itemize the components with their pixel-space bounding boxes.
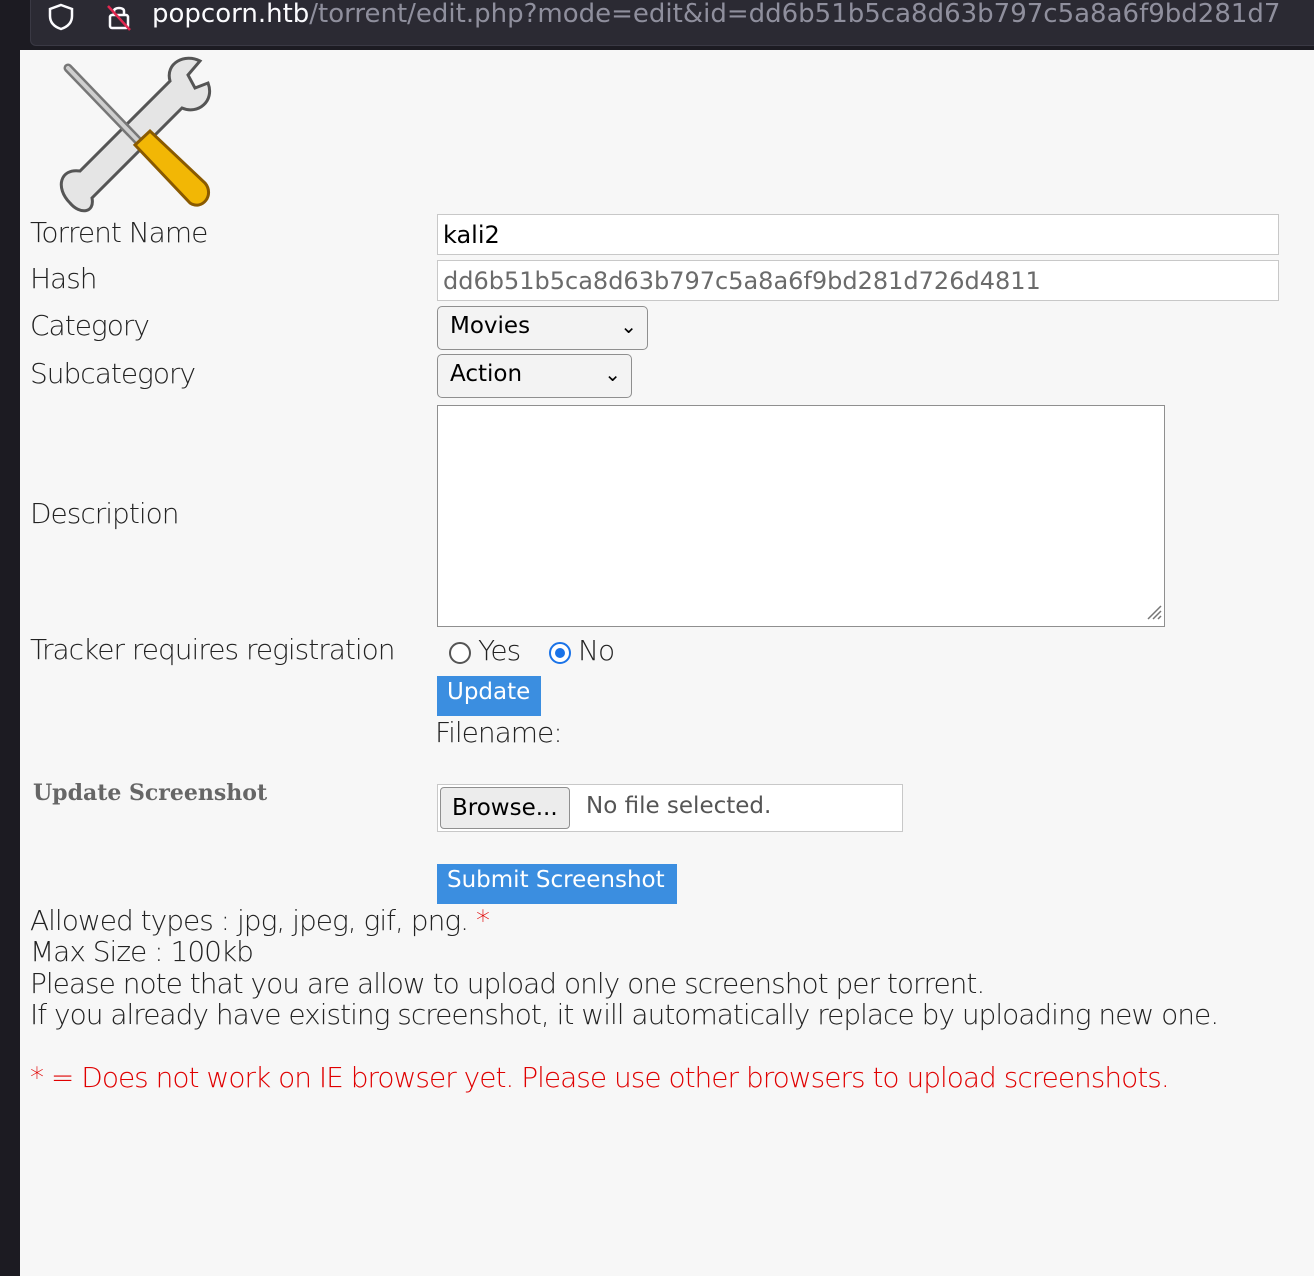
description-textarea[interactable] [437, 405, 1165, 627]
hash-input[interactable]: dd6b51b5ca8d63b797c5a8a6f9bd281d726d4811 [437, 260, 1279, 301]
torrent-name-label: Torrent Name [30, 216, 208, 249]
url-host: popcorn.htb [152, 0, 310, 29]
chevron-down-icon: ⌄ [604, 362, 621, 386]
subcategory-selected: Action [450, 361, 523, 387]
category-select[interactable]: Movies ⌄ [437, 306, 648, 350]
description-label: Description [30, 497, 179, 530]
browse-button[interactable]: Browse... [440, 787, 570, 829]
torrent-name-input[interactable]: kali2 [437, 214, 1279, 255]
allowed-types-value: Allowed types : jpg, jpeg, gif, png. [30, 904, 469, 937]
tools-icon [50, 53, 215, 217]
filename-label: Filename: [435, 716, 563, 749]
screenshot-file-input[interactable]: Browse... No file selected. [437, 784, 903, 832]
ie-warning-text: * = Does not work on IE browser yet. Ple… [30, 1061, 1170, 1094]
insecure-lock-icon[interactable] [104, 2, 134, 36]
submit-screenshot-button[interactable]: Submit Screenshot [437, 864, 677, 904]
url-text[interactable]: popcorn.htb/torrent/edit.php?mode=edit&i… [152, 0, 1280, 28]
update-button[interactable]: Update [437, 676, 541, 716]
page-content: Torrent Name kali2 Hash dd6b51b5ca8d63b7… [20, 50, 1314, 1276]
url-path: /torrent/edit.php?mode=edit&id=dd6b51b5c… [309, 0, 1281, 29]
no-file-text: No file selected. [586, 793, 772, 819]
chevron-down-icon: ⌄ [620, 314, 637, 338]
tracker-yes-radio[interactable] [449, 642, 471, 664]
required-asterisk: * [475, 904, 490, 937]
subcategory-label: Subcategory [30, 357, 196, 390]
warning-asterisk: * [30, 1061, 44, 1094]
update-screenshot-heading: Update Screenshot [33, 780, 268, 806]
note-one-text: Please note that you are allow to upload… [30, 967, 985, 1000]
allowed-types-text: Allowed types : jpg, jpeg, gif, png. * [30, 904, 490, 937]
shield-icon[interactable] [46, 2, 76, 36]
resize-grip-icon[interactable] [1144, 602, 1162, 624]
tracker-no-radio[interactable] [549, 642, 571, 664]
browser-toolbar: popcorn.htb/torrent/edit.php?mode=edit&i… [0, 0, 1314, 46]
note-two-text: If you already have existing screenshot,… [30, 998, 1219, 1031]
max-size-text: Max Size : 100kb [30, 935, 254, 968]
subcategory-select[interactable]: Action ⌄ [437, 354, 632, 398]
category-selected: Movies [450, 313, 531, 339]
warning-message: = Does not work on IE browser yet. Pleas… [50, 1061, 1170, 1094]
hash-label: Hash [30, 262, 98, 295]
tracker-label: Tracker requires registration [30, 633, 396, 666]
category-label: Category [30, 309, 150, 342]
tracker-yes-label: Yes [478, 634, 521, 667]
tracker-no-label: No [578, 634, 615, 667]
